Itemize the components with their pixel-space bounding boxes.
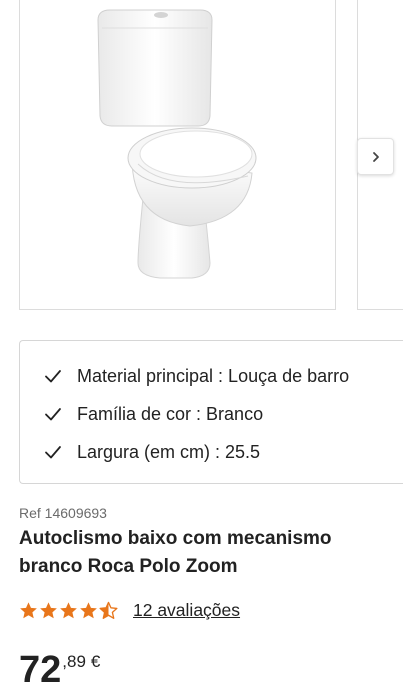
price-currency: €: [90, 652, 101, 671]
star-icon: [40, 602, 57, 619]
product-reference: Ref 14609693: [19, 505, 107, 521]
price-decimal: ,89: [62, 652, 86, 671]
product-title: Autoclismo baixo com mecanismo branco Ro…: [19, 528, 332, 577]
product-image-card[interactable]: [19, 0, 336, 310]
feature-list: Material principal : Louça de barro Famí…: [19, 340, 403, 484]
feature-item: Material principal : Louça de barro: [20, 357, 403, 395]
feature-item: Largura (em cm) : 25.5: [20, 433, 403, 471]
next-image-button[interactable]: [357, 138, 394, 175]
check-icon: [45, 446, 61, 459]
reviews-link[interactable]: 12 avaliações: [133, 600, 240, 621]
feature-text: Família de cor : Branco: [77, 403, 264, 424]
star-icon: [20, 602, 37, 619]
feature-text: Largura (em cm) : 25.5: [77, 441, 261, 462]
star-icon: [60, 602, 77, 619]
product-price: 72 ,89 €: [19, 648, 100, 692]
rating-stars: [19, 601, 119, 620]
product-rating[interactable]: 12 avaliações: [19, 600, 240, 621]
feature-text: Material principal : Louça de barro: [77, 365, 350, 386]
feature-item: Família de cor : Branco: [20, 395, 403, 433]
check-icon: [45, 370, 61, 383]
product-image-carousel[interactable]: [0, 0, 403, 312]
star-half-icon: [99, 601, 118, 619]
toilet-image: [97, 9, 257, 279]
check-icon: [45, 408, 61, 421]
chevron-right-icon: [372, 151, 379, 162]
price-integer: 72: [19, 649, 62, 691]
star-icon: [80, 602, 97, 619]
